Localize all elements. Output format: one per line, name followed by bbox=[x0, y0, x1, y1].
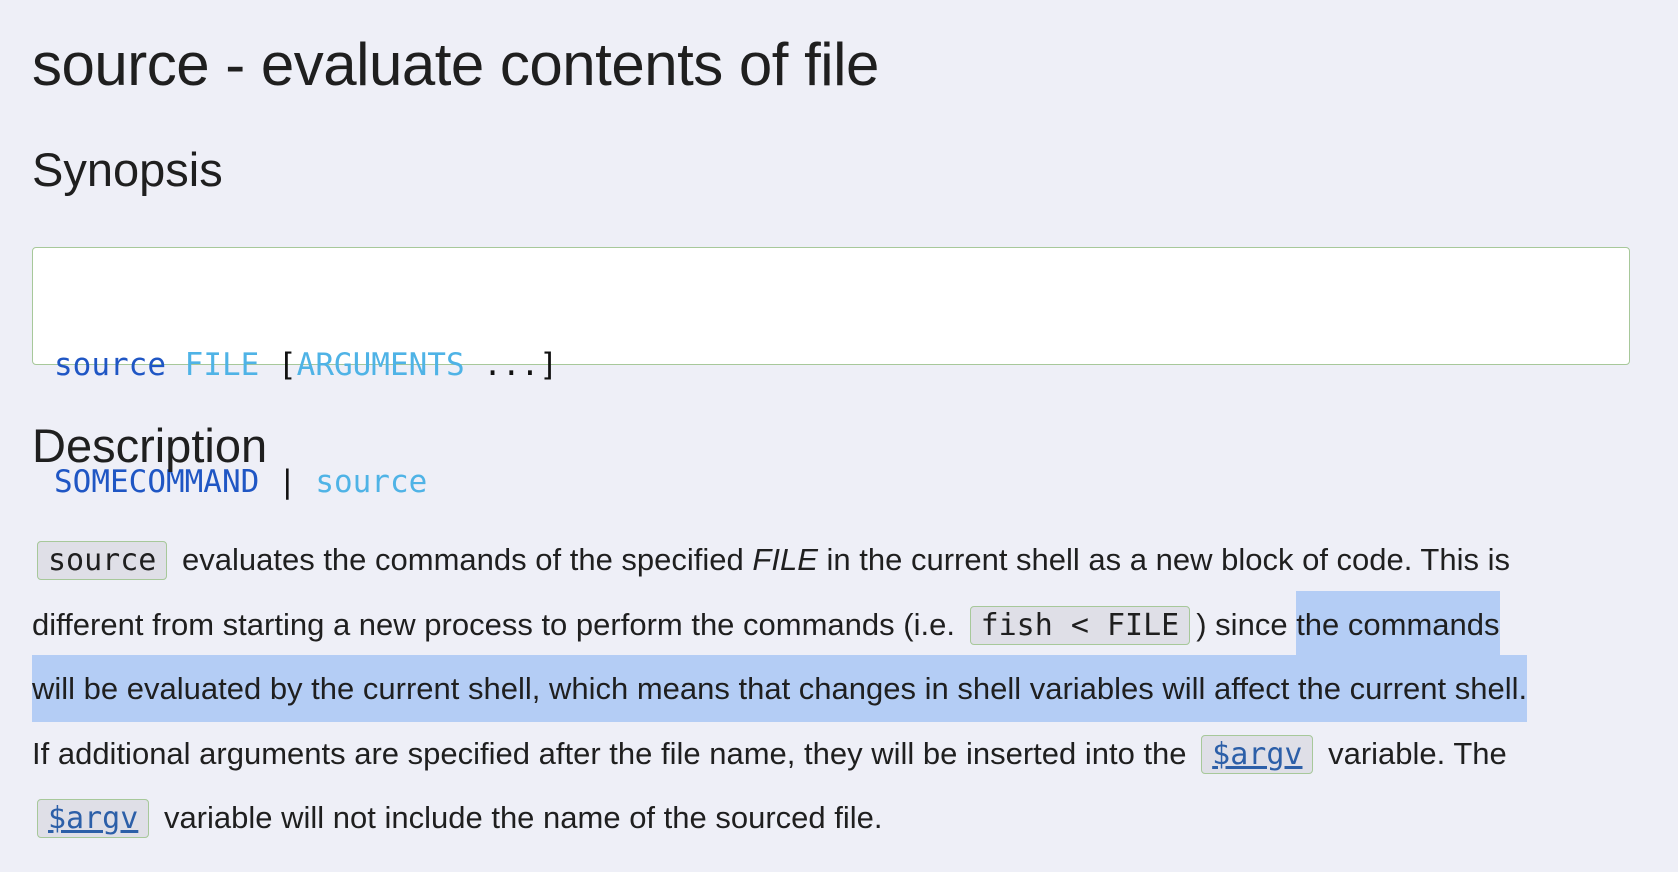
argv-link[interactable]: $argv bbox=[1212, 737, 1302, 772]
description-paragraph: source evaluates the commands of the spe… bbox=[32, 528, 1652, 851]
description-heading: Description bbox=[32, 419, 268, 472]
synopsis-arguments: ARGUMENTS bbox=[296, 347, 465, 383]
page-title: source - evaluate contents of file bbox=[32, 31, 879, 98]
argv-code: $argv bbox=[37, 799, 150, 838]
synopsis-ellipsis: ...] bbox=[464, 347, 558, 383]
argv-code: $argv bbox=[1201, 734, 1314, 774]
inline-code-source: source bbox=[37, 541, 168, 580]
synopsis-code-block: source FILE [ARGUMENTS ...] SOMECOMMAND … bbox=[32, 247, 1630, 500]
synopsis-command: source bbox=[54, 347, 166, 383]
synopsis-source: source bbox=[315, 464, 428, 500]
synopsis-bracket: [ bbox=[277, 347, 297, 383]
paragraph-text: different from starting a new process to… bbox=[32, 606, 955, 642]
paragraph-text: If additional arguments are specified af… bbox=[32, 735, 1187, 771]
synopsis-file-arg: FILE bbox=[184, 347, 260, 383]
synopsis-line-2: SOMECOMMAND | source bbox=[54, 463, 1629, 502]
inline-code-fish: fish < FILE bbox=[969, 605, 1191, 645]
selected-text[interactable]: the commands bbox=[1296, 590, 1500, 658]
paragraph-text: evaluates the commands of the specified bbox=[182, 542, 744, 577]
paragraph-text: in the current shell as a new block of c… bbox=[826, 542, 1511, 577]
synopsis-line-1: source FILE [ARGUMENTS ...] bbox=[54, 346, 1629, 385]
synopsis-pipe: | bbox=[259, 464, 316, 500]
paragraph-text: variable. The bbox=[1328, 735, 1507, 771]
paragraph-line-5: $argv variable will not include the name… bbox=[32, 786, 1652, 851]
synopsis-heading: Synopsis bbox=[32, 143, 223, 196]
paragraph-text: variable will not include the name of th… bbox=[163, 800, 883, 835]
file-emphasis: FILE bbox=[752, 542, 818, 577]
paragraph-text: ) since bbox=[1196, 606, 1288, 642]
paragraph-line-3: will be evaluated by the current shell, … bbox=[32, 655, 1652, 722]
paragraph-line-1: source evaluates the commands of the spe… bbox=[32, 528, 1652, 593]
paragraph-line-2: different from starting a new process to… bbox=[32, 590, 1652, 658]
paragraph-line-4: If additional arguments are specified af… bbox=[32, 722, 1652, 787]
selected-text[interactable]: will be evaluated by the current shell, … bbox=[32, 655, 1528, 722]
argv-link[interactable]: $argv bbox=[48, 801, 138, 836]
